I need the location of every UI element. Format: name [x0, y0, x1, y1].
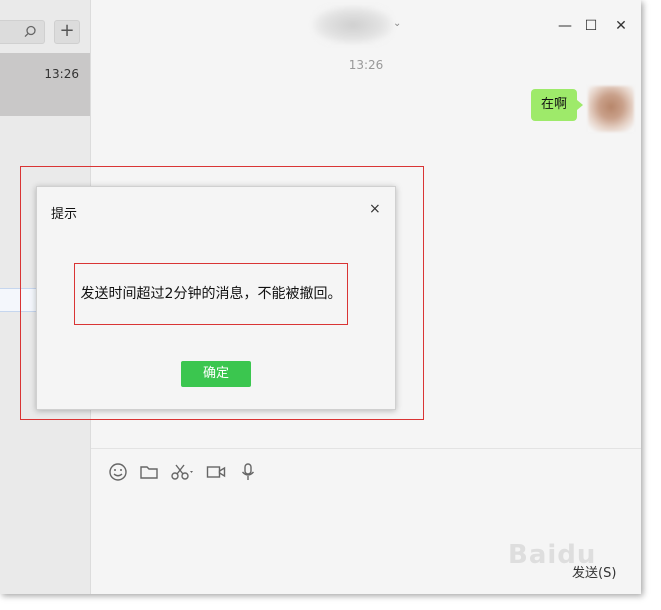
message-bubble[interactable]: 在啊: [531, 89, 584, 121]
contact-name-blurred[interactable]: [313, 6, 393, 44]
conversation-item[interactable]: 13:26: [0, 53, 90, 116]
scissors-icon[interactable]: [170, 462, 196, 482]
chat-header: ⌄ — ☐ ✕: [91, 0, 641, 48]
confirm-button[interactable]: 确定: [181, 361, 251, 387]
folder-icon[interactable]: [139, 462, 159, 482]
send-button[interactable]: 发送(S): [572, 562, 616, 581]
microphone-icon[interactable]: [238, 462, 258, 482]
search-input[interactable]: [0, 20, 45, 44]
maximize-button[interactable]: ☐: [579, 14, 603, 38]
minimize-button[interactable]: —: [553, 14, 577, 38]
close-icon[interactable]: ×: [369, 201, 381, 217]
add-button[interactable]: +: [54, 20, 80, 44]
alert-dialog: 提示 × 发送时间超过2分钟的消息，不能被撤回。 确定: [36, 186, 396, 410]
message-timestamp: 13:26: [348, 58, 384, 72]
message-highlight-box: 发送时间超过2分钟的消息，不能被撤回。: [74, 263, 348, 325]
avatar[interactable]: [588, 86, 634, 132]
dialog-title: 提示: [51, 207, 78, 222]
video-icon[interactable]: [206, 462, 226, 482]
dialog-message: 发送时间超过2分钟的消息，不能被撤回。: [80, 286, 342, 302]
close-window-button[interactable]: ✕: [609, 14, 633, 38]
chevron-down-icon[interactable]: ⌄: [393, 18, 401, 29]
chat-window: + 13:26 ⌄ — ☐ ✕ 13:26 在啊 Baidu 发送(S) 提示 …: [0, 0, 641, 594]
search-icon[interactable]: [22, 24, 38, 40]
emoji-icon[interactable]: [108, 462, 128, 482]
divider: [91, 448, 641, 449]
conversation-time: 13:26: [44, 67, 79, 81]
